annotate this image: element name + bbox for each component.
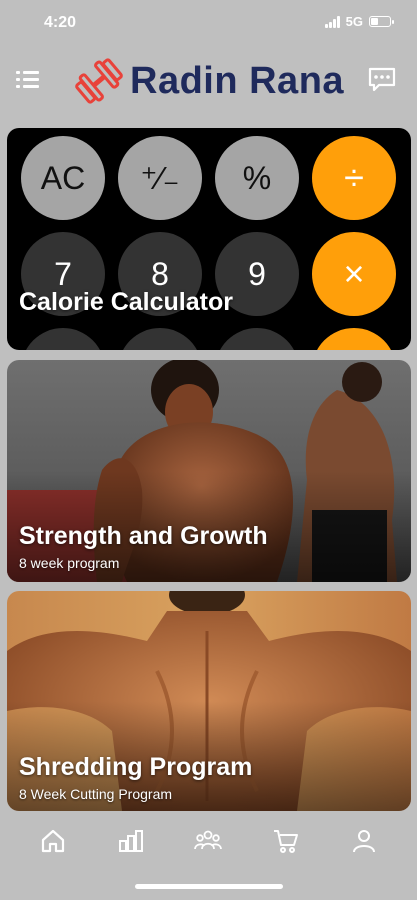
- brand-logo: Radin Rana: [74, 56, 344, 106]
- shredding-program-card[interactable]: Shredding Program 8 Week Cutting Program: [7, 591, 411, 811]
- bottom-nav: [0, 816, 417, 866]
- status-indicators: 5G: [324, 14, 394, 29]
- nav-shop[interactable]: [266, 821, 306, 861]
- calc-key-ac: AC: [21, 136, 105, 220]
- nav-progress[interactable]: [111, 821, 151, 861]
- bar-chart-icon: [118, 830, 143, 852]
- calc-key-divide: ÷: [312, 136, 396, 220]
- calc-key-partial: [118, 328, 202, 350]
- status-bar: 4:20 5G: [0, 0, 417, 44]
- network-label: 5G: [345, 14, 363, 29]
- dumbbell-icon: [75, 58, 123, 104]
- chat-bubble-icon: [368, 67, 396, 92]
- list-icon: [16, 71, 39, 88]
- menu-button[interactable]: [14, 66, 42, 94]
- community-icon: [194, 830, 223, 850]
- app-header: Radin Rana: [0, 50, 417, 112]
- calc-key-percent: %: [215, 136, 299, 220]
- home-indicator[interactable]: [135, 884, 283, 889]
- card-title: Shredding Program: [19, 753, 253, 781]
- calc-key-plus-minus: ⁺∕₋: [118, 136, 202, 220]
- nav-community[interactable]: [188, 821, 228, 861]
- card-title: Calorie Calculator: [19, 288, 233, 316]
- calc-key-partial: [21, 328, 105, 350]
- home-icon: [41, 829, 64, 853]
- cart-icon: [274, 830, 299, 853]
- status-time: 4:20: [44, 14, 77, 31]
- calorie-calculator-card[interactable]: AC ⁺∕₋ % ÷ 7 8 9 × Calorie Calculator: [7, 128, 411, 350]
- battery-icon: [369, 16, 394, 27]
- strength-growth-card[interactable]: Strength and Growth 8 week program: [7, 360, 411, 582]
- card-title: Strength and Growth: [19, 522, 268, 550]
- calc-key-partial: [312, 328, 396, 350]
- calc-key-multiply: ×: [312, 232, 396, 316]
- signal-icon: [324, 15, 340, 28]
- nav-home[interactable]: [33, 821, 73, 861]
- chat-button[interactable]: [367, 66, 397, 94]
- calc-key-partial: [215, 328, 299, 350]
- card-subtitle: 8 Week Cutting Program: [19, 786, 173, 802]
- brand-name: Radin Rana: [130, 59, 345, 102]
- battery-level: [371, 18, 378, 25]
- profile-icon: [353, 830, 376, 853]
- nav-profile[interactable]: [344, 821, 384, 861]
- card-subtitle: 8 week program: [19, 555, 120, 571]
